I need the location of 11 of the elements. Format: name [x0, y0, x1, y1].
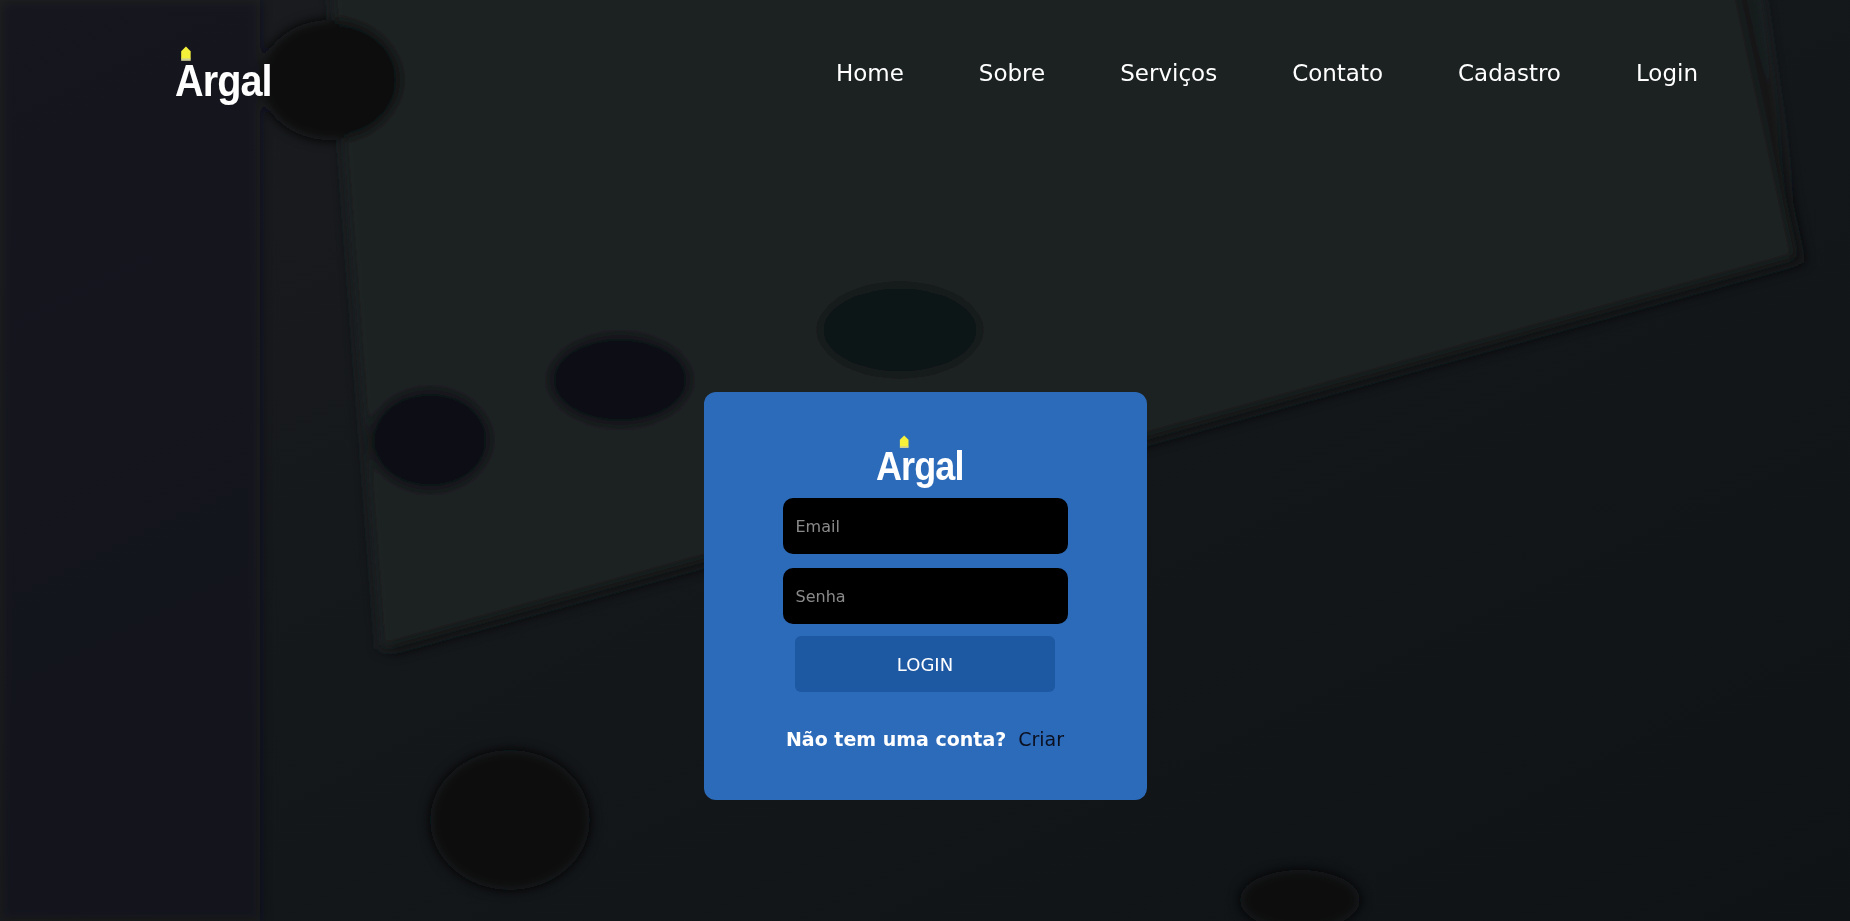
nav-link[interactable]: Cadastro	[1458, 59, 1561, 86]
nav-link[interactable]: Sobre	[978, 59, 1046, 86]
nav-link[interactable]: Login	[1635, 59, 1698, 86]
signup-link[interactable]: Criar	[1018, 728, 1065, 751]
input-field[interactable]: Senha	[782, 568, 1068, 625]
nav-link[interactable]: Home	[835, 59, 904, 86]
login-button[interactable]: LOGIN	[795, 636, 1055, 693]
signup-prompt: Não tem uma conta?	[785, 728, 1007, 751]
nav-link[interactable]: Serviços	[1120, 59, 1218, 86]
input-field[interactable]: Email	[782, 498, 1068, 555]
nav-link[interactable]: Contato	[1292, 59, 1384, 86]
